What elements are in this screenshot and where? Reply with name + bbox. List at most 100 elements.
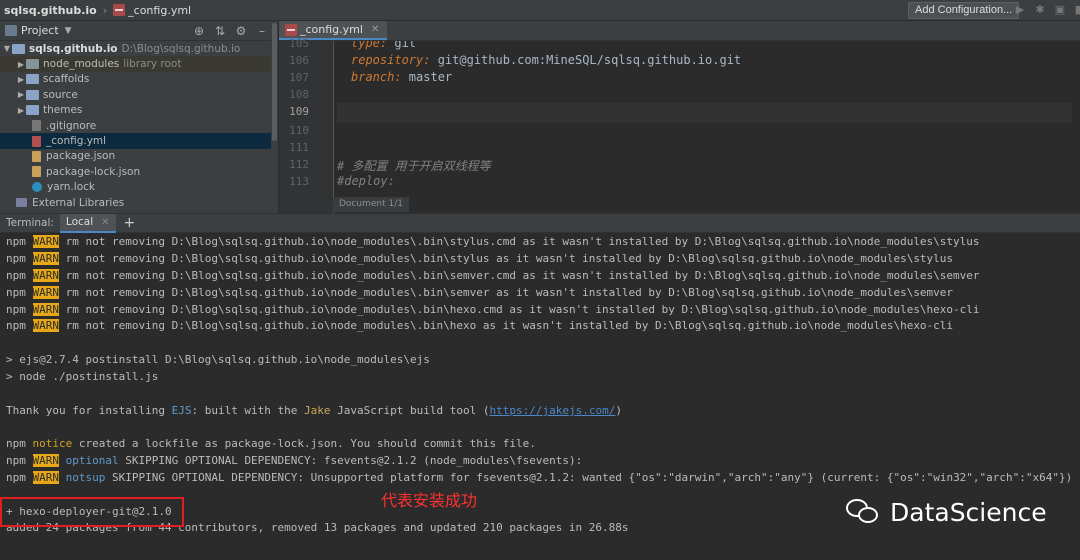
terminal-line: npm WARN notsup SKIPPING OPTIONAL DEPEND… (6, 471, 1072, 485)
chevron-right-icon[interactable]: ▶ (16, 60, 26, 69)
tree-item-label: External Libraries (32, 196, 125, 209)
project-panel-header: Project ▼ ⊕ ⇅ ⚙ – (0, 21, 277, 41)
tree-item-scaffolds[interactable]: ▶ scaffolds (0, 72, 277, 87)
ejs-text: EJS (171, 404, 192, 417)
npm-prefix: npm (6, 252, 26, 265)
warn-text: rm not removing D:\Blog\sqlsq.github.io\… (65, 269, 980, 282)
warn-badge: WARN (32, 286, 59, 299)
json-file-icon (32, 166, 41, 178)
tree-item-label: sqlsq.github.io (29, 42, 118, 55)
annotation-highlight-box (0, 497, 184, 527)
breadcrumb-file[interactable]: _config.yml (109, 3, 195, 17)
tree-item-package-lock-json[interactable]: package-lock.json (0, 164, 277, 179)
terminal-line: npm WARN rm not removing D:\Blog\sqlsq.g… (6, 252, 953, 266)
comment-text: #deploy: (337, 174, 395, 188)
tree-item-external-libraries[interactable]: External Libraries (0, 195, 277, 210)
npm-prefix: npm (6, 471, 26, 484)
terminal-line: npm WARN rm not removing D:\Blog\sqlsq.g… (6, 319, 953, 333)
chevron-right-icon[interactable]: ▶ (16, 90, 26, 99)
tree-item-path: D:\Blog\sqlsq.github.io (121, 42, 241, 55)
npm-prefix: npm (6, 286, 26, 299)
project-panel-tools: ⊕ ⇅ ⚙ – (192, 23, 269, 39)
line-number: 113 (289, 175, 309, 188)
terminal-line: > ejs@2.7.4 postinstall D:\Blog\sqlsq.gi… (6, 353, 430, 366)
npm-prefix: npm (6, 303, 26, 316)
tree-item-label: themes (43, 104, 83, 117)
tree-item-root[interactable]: ▼ sqlsq.github.io D:\Blog\sqlsq.github.i… (0, 41, 277, 56)
stop-icon[interactable]: ■ (1072, 2, 1080, 18)
warn-badge: WARN (32, 252, 59, 265)
tree-item-source[interactable]: ▶ source (0, 87, 277, 102)
scrollbar-thumb[interactable] (272, 23, 277, 141)
navigation-bar: sqlsq.github.io › _config.yml Add Config… (0, 0, 1080, 21)
code-comment: #deploy: (337, 174, 395, 188)
add-terminal-icon[interactable]: + (124, 215, 136, 231)
yarn-file-icon (32, 182, 42, 193)
tree-item-label: _config.yml (46, 135, 107, 148)
warn-text: rm not removing D:\Blog\sqlsq.github.io\… (65, 286, 954, 299)
tree-item-gitignore[interactable]: .gitignore (0, 118, 277, 133)
yaml-value: git@github.com:MineSQL/sqlsq.github.io.g… (430, 53, 742, 67)
project-tree: ▼ sqlsq.github.io D:\Blog\sqlsq.github.i… (0, 41, 277, 210)
optional-text: SKIPPING OPTIONAL DEPENDENCY: fsevents@2… (118, 454, 583, 467)
chevron-right-icon[interactable]: ▶ (16, 75, 26, 84)
tree-item-config-yml[interactable]: _config.yml (0, 133, 277, 149)
collapse-icon[interactable]: ⇅ (213, 23, 227, 39)
project-scrollbar[interactable] (271, 21, 278, 213)
yaml-key: type: (351, 41, 388, 50)
tree-item-label: package-lock.json (46, 165, 141, 178)
tree-item-yarn-lock[interactable]: yarn.lock (0, 180, 277, 195)
warn-badge: WARN (32, 319, 59, 332)
terminal-line: > node ./postinstall.js (6, 370, 159, 383)
npm-prefix: npm (6, 319, 26, 332)
gear-icon[interactable]: ⚙ (234, 23, 248, 39)
add-configuration-button[interactable]: Add Configuration... (908, 2, 1020, 19)
tree-item-label: scaffolds (43, 73, 90, 86)
hide-icon[interactable]: – (255, 23, 269, 39)
terminal-title: Terminal: (6, 217, 54, 229)
chevron-down-icon[interactable]: ▼ (2, 44, 12, 53)
breadcrumb-project[interactable]: sqlsq.github.io (0, 4, 101, 17)
terminal-line: npm WARN rm not removing D:\Blog\sqlsq.g… (6, 303, 980, 317)
close-icon[interactable]: ✕ (101, 217, 109, 228)
notsup-text: SKIPPING OPTIONAL DEPENDENCY: Unsupporte… (105, 471, 1073, 484)
close-icon[interactable]: ✕ (371, 24, 379, 35)
code-line: branch: master (351, 70, 452, 84)
line-number: 111 (289, 141, 309, 154)
tree-item-themes[interactable]: ▶ themes (0, 103, 277, 118)
coverage-icon[interactable]: ▣ (1052, 2, 1068, 18)
code-area[interactable]: type: git repository: git@github.com:Min… (337, 41, 1072, 213)
tree-item-node-modules[interactable]: ▶ node_modules library root (0, 56, 277, 72)
tree-item-note: library root (123, 58, 182, 71)
warn-text: rm not removing D:\Blog\sqlsq.github.io\… (65, 252, 954, 265)
tab-label: _config.yml (300, 23, 363, 36)
jakejs-link[interactable]: https://jakejs.com/ (490, 404, 616, 417)
line-number: 110 (289, 124, 309, 137)
tree-item-package-json[interactable]: package.json (0, 149, 277, 164)
chevron-down-icon[interactable]: ▼ (65, 26, 72, 36)
notsup-label: notsup (65, 471, 106, 484)
terminal-line: npm WARN optional SKIPPING OPTIONAL DEPE… (6, 454, 582, 468)
text: ) (615, 404, 622, 417)
notice-text: created a lockfile as package-lock.json.… (72, 437, 536, 450)
chevron-right-icon[interactable]: ▶ (16, 106, 26, 115)
terminal-line: npm WARN rm not removing D:\Blog\sqlsq.g… (6, 286, 953, 300)
locate-icon[interactable]: ⊕ (192, 23, 206, 39)
yaml-key: repository: (351, 53, 431, 67)
run-icon[interactable]: ▶ (1012, 2, 1028, 18)
breadcrumb-separator: › (102, 3, 108, 17)
json-file-icon (32, 150, 41, 162)
debug-icon[interactable]: ✱ (1032, 2, 1048, 18)
npm-prefix: npm (6, 454, 26, 467)
yml-file-icon (113, 3, 126, 16)
project-panel-title[interactable]: Project (21, 24, 59, 37)
tab-label: Local (65, 216, 94, 228)
tab-local[interactable]: Local ✕ (59, 213, 116, 233)
project-icon (5, 25, 17, 36)
editor-tab-bar: _config.yml ✕ (279, 21, 1080, 41)
tree-item-label: node_modules (43, 58, 120, 71)
folder-icon (12, 43, 25, 54)
library-icon (16, 198, 27, 208)
folder-icon (26, 105, 39, 116)
line-number: 107 (289, 71, 309, 84)
